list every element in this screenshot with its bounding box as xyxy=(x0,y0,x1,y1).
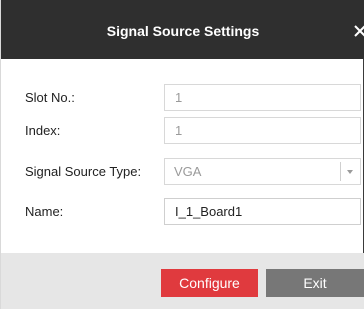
dialog-title: Signal Source Settings xyxy=(106,23,260,39)
index-field xyxy=(164,117,361,144)
index-row: Index: xyxy=(1,117,364,144)
signal-source-settings-dialog: Signal Source Settings Slot No.: Index: … xyxy=(0,0,364,309)
chevron-down-icon[interactable] xyxy=(345,168,355,176)
name-row: Name: xyxy=(1,198,364,225)
signal-source-type-label: Signal Source Type: xyxy=(25,164,142,179)
dialog-titlebar: Signal Source Settings xyxy=(1,0,364,59)
configure-button[interactable]: Configure xyxy=(161,269,258,297)
close-icon[interactable] xyxy=(353,24,364,38)
slot-no-label: Slot No.: xyxy=(25,90,75,105)
signal-source-type-row: Signal Source Type: VGA xyxy=(1,158,364,185)
exit-button[interactable]: Exit xyxy=(266,269,364,297)
slot-no-field xyxy=(164,84,361,111)
select-divider xyxy=(340,162,341,181)
signal-source-type-select[interactable]: VGA xyxy=(164,158,361,185)
index-label: Index: xyxy=(25,123,61,138)
name-label: Name: xyxy=(25,204,64,219)
slot-no-row: Slot No.: xyxy=(1,84,364,111)
name-field[interactable] xyxy=(164,198,361,225)
signal-source-type-value: VGA xyxy=(174,164,202,179)
